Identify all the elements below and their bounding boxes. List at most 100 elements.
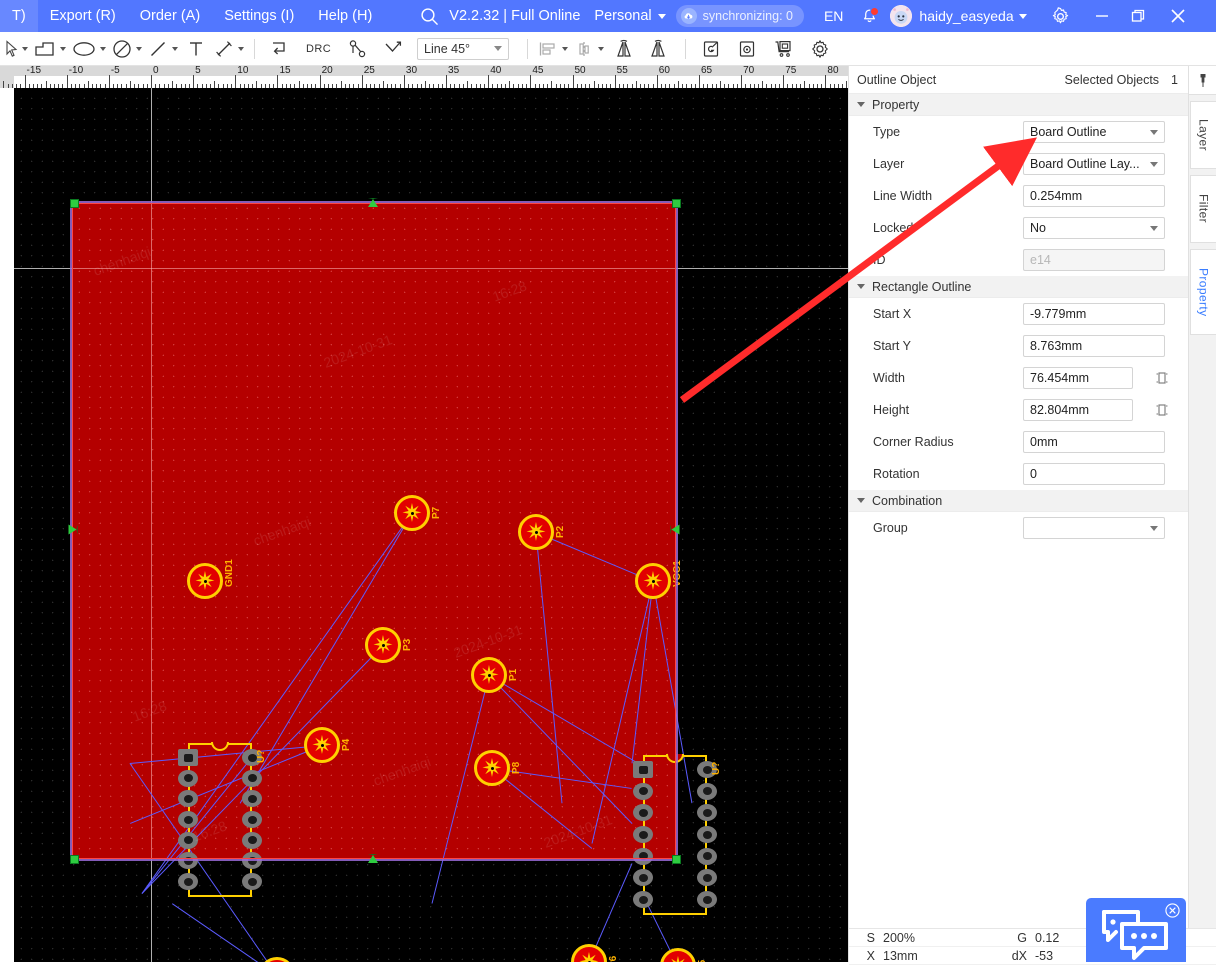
property-select-locked[interactable]: No (1023, 217, 1165, 239)
dimension-tool[interactable] (211, 36, 247, 62)
menu-item-0[interactable]: T) (0, 0, 38, 32)
ic-pad[interactable] (178, 831, 198, 849)
preview-3d-icon[interactable] (729, 36, 765, 62)
pcb-canvas[interactable]: U?U? ✷P7✷P2✷VCC1✷GND1✷P3✷P1✷P4✷P8✷P0✷P6✷… (14, 88, 848, 962)
right-tab-filter[interactable]: Filter (1190, 175, 1216, 243)
bell-icon[interactable] (861, 6, 880, 25)
ic-pad[interactable] (178, 873, 198, 890)
window-minimize-button[interactable] (1084, 0, 1120, 32)
polygon-tool[interactable] (31, 36, 69, 62)
close-icon[interactable] (1165, 903, 1180, 918)
selection-handle-right-mid[interactable] (670, 524, 680, 535)
route-icon[interactable] (262, 36, 298, 62)
avatar[interactable] (890, 5, 913, 27)
ruler-left[interactable] (0, 88, 15, 962)
selection-handle-top-left[interactable] (70, 199, 79, 208)
ic-pad[interactable] (633, 826, 653, 843)
search-icon[interactable] (420, 7, 439, 26)
property-input-height[interactable]: 82.804mm (1023, 399, 1133, 421)
selection-handle-bottom-right[interactable] (672, 855, 681, 864)
pad-p4[interactable]: ✷ (304, 727, 340, 763)
property-input-start-y[interactable]: 8.763mm (1023, 335, 1165, 357)
pin-icon[interactable] (1189, 66, 1216, 95)
ic-pad[interactable] (633, 847, 653, 865)
keepout-tool[interactable] (109, 36, 145, 62)
property-select-type[interactable]: Board Outline (1023, 121, 1165, 143)
selection-handle-bottom-left[interactable] (70, 855, 79, 864)
selection-handle-top-right[interactable] (672, 199, 681, 208)
gear-icon[interactable] (1051, 6, 1070, 26)
pad-p2[interactable]: ✷ (518, 514, 554, 550)
link-dimensions-icon[interactable] (1154, 370, 1170, 386)
pad-p7[interactable]: ✷ (394, 495, 430, 531)
pad-p0[interactable]: ✷ (259, 957, 295, 962)
flip-vertical-icon[interactable] (641, 36, 675, 62)
ic-pad[interactable] (633, 891, 653, 908)
net-icon[interactable] (339, 36, 375, 62)
property-input-width[interactable]: 76.454mm (1023, 367, 1133, 389)
line-tool[interactable] (145, 36, 181, 62)
panel-section-property[interactable]: Property (849, 94, 1188, 116)
selection-handle-bottom-mid[interactable] (368, 854, 378, 863)
selection-handle-top-mid[interactable] (368, 198, 378, 207)
right-tab-layer[interactable]: Layer (1190, 101, 1216, 169)
link-dimensions-icon[interactable] (1154, 402, 1170, 418)
language-selector[interactable]: EN (816, 8, 851, 24)
property-select-layer[interactable]: Board Outline Lay... (1023, 153, 1165, 175)
ic-footprint[interactable] (633, 754, 717, 915)
panel-section-combination[interactable]: Combination (849, 490, 1188, 512)
ic-pad[interactable] (633, 761, 653, 778)
property-input-start-x[interactable]: -9.779mm (1023, 303, 1165, 325)
ic-pad[interactable] (178, 749, 198, 766)
pad-p6[interactable]: ✷ (571, 944, 607, 962)
ic-pad[interactable] (178, 769, 198, 787)
username-label[interactable]: haidy_easyeda (919, 8, 1013, 24)
pad-p8[interactable]: ✷ (474, 750, 510, 786)
chevron-down-icon[interactable] (1018, 13, 1027, 19)
window-close-button[interactable] (1156, 0, 1200, 32)
ic-pad[interactable] (697, 847, 717, 865)
panel-section-rectangle-outline[interactable]: Rectangle Outline (849, 276, 1188, 298)
gear-icon[interactable] (802, 36, 838, 62)
property-input-rotation[interactable]: 0 (1023, 463, 1165, 485)
gerber-export-icon[interactable] (693, 36, 729, 62)
flip-horizontal-icon[interactable] (607, 36, 641, 62)
ruler-top[interactable]: -20-15-10-505101520253035404550556065707… (0, 66, 848, 88)
window-restore-button[interactable] (1120, 0, 1156, 32)
line-mode-select[interactable]: Line 45° (417, 37, 510, 60)
ic-pad[interactable] (242, 769, 262, 787)
property-input-line-width[interactable]: 0.254mm (1023, 185, 1165, 207)
pad-gnd1[interactable]: ✷ (187, 563, 223, 599)
pad-p5[interactable]: ✷ (660, 948, 696, 962)
property-input-corner-radius[interactable]: 0mm (1023, 431, 1165, 453)
angle-icon[interactable] (375, 36, 411, 62)
ic-footprint[interactable] (178, 742, 262, 897)
text-tool[interactable] (181, 36, 211, 62)
ic-pad[interactable] (178, 811, 198, 828)
align-left-icon[interactable] (535, 36, 571, 62)
pointer-tool[interactable] (2, 36, 31, 62)
chat-widget[interactable] (1086, 898, 1186, 962)
account-scope-dropdown[interactable]: Personal (594, 8, 666, 24)
ic-pad[interactable] (697, 804, 717, 822)
bom-cart-icon[interactable] (765, 36, 802, 62)
sync-status-pill[interactable]: synchronizing: 0 (675, 5, 804, 27)
pad-vcc1[interactable]: ✷ (635, 563, 671, 599)
ic-pad[interactable] (242, 873, 262, 890)
menu-item-help[interactable]: Help (H) (306, 0, 384, 32)
menu-item-settings[interactable]: Settings (I) (212, 0, 306, 32)
ic-pad[interactable] (242, 831, 262, 849)
ic-pad[interactable] (697, 782, 717, 800)
menu-item-export[interactable]: Export (R) (38, 0, 128, 32)
menu-item-order[interactable]: Order (A) (128, 0, 212, 32)
ic-pad[interactable] (697, 826, 717, 843)
pad-p3[interactable]: ✷ (365, 627, 401, 663)
ic-pad[interactable] (242, 852, 262, 870)
ic-pad[interactable] (697, 891, 717, 908)
ic-pad[interactable] (633, 782, 653, 800)
align-center-icon[interactable] (571, 36, 607, 62)
property-select-group[interactable] (1023, 517, 1165, 539)
ic-pad[interactable] (697, 869, 717, 887)
ic-pad[interactable] (242, 811, 262, 828)
selection-handle-left-mid[interactable] (68, 524, 78, 535)
